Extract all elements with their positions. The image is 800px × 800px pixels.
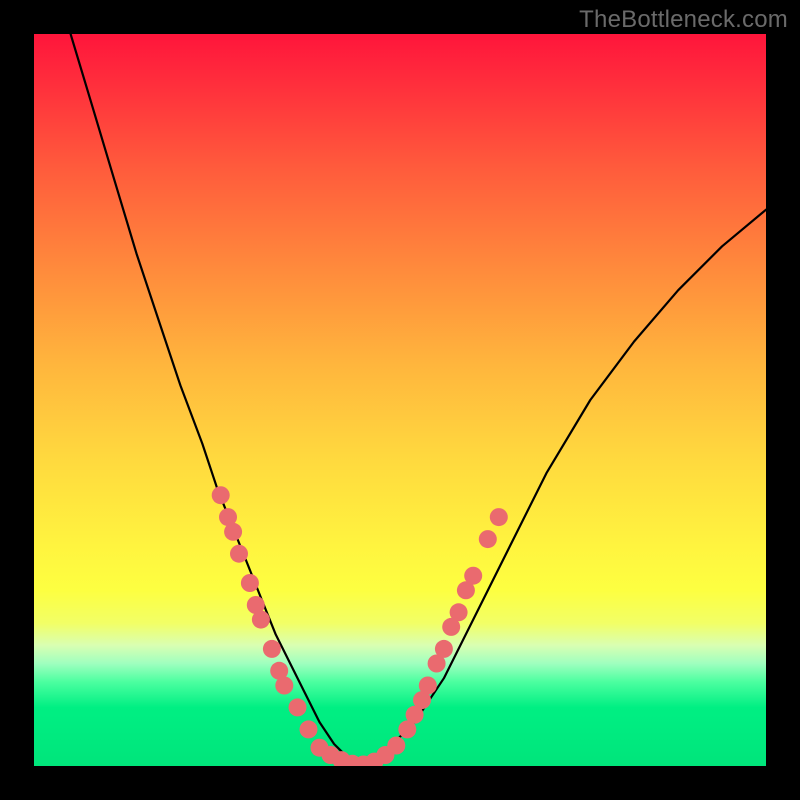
data-marker (300, 720, 318, 738)
data-marker (419, 677, 437, 695)
data-marker (212, 486, 230, 504)
data-marker (450, 603, 468, 621)
data-marker (490, 508, 508, 526)
plot-area (34, 34, 766, 766)
data-marker (387, 737, 405, 755)
curve-layer (71, 34, 766, 766)
bottleneck-curve (71, 34, 766, 766)
marker-layer (212, 486, 508, 766)
watermark-text: TheBottleneck.com (579, 6, 788, 34)
data-marker (289, 698, 307, 716)
chart-frame: TheBottleneck.com (0, 0, 800, 800)
data-marker (479, 530, 497, 548)
data-marker (252, 611, 270, 629)
data-marker (435, 640, 453, 658)
data-marker (263, 640, 281, 658)
data-marker (464, 567, 482, 585)
data-marker (230, 545, 248, 563)
data-marker (275, 677, 293, 695)
chart-svg (34, 34, 766, 766)
data-marker (241, 574, 259, 592)
data-marker (224, 523, 242, 541)
